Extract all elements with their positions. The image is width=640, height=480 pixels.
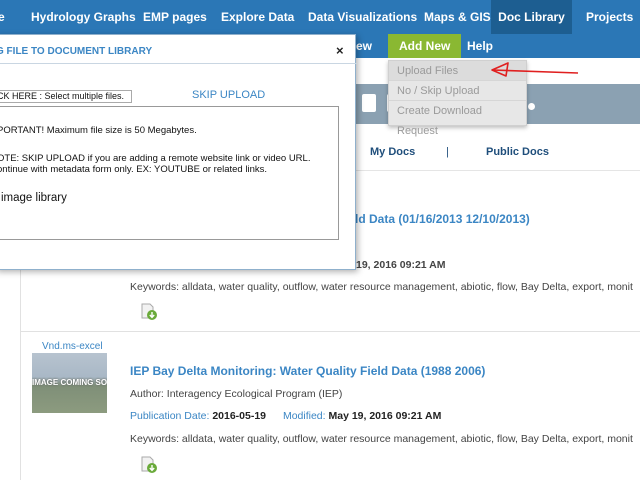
- publication-date: 2016-05-19: [212, 410, 267, 422]
- image-library-link[interactable]: image library: [1, 192, 67, 204]
- nav-item-home[interactable]: e: [0, 0, 5, 34]
- skip-upload-note: OTE: SKIP UPLOAD if you are adding a rem…: [0, 153, 311, 164]
- add-new-button[interactable]: Add New: [388, 34, 462, 58]
- help-link[interactable]: Help: [467, 34, 493, 58]
- doc-title[interactable]: ld Data (01/16/2013 12/10/2013): [355, 212, 530, 226]
- download-icon[interactable]: [140, 303, 158, 321]
- doc-author: Author: Interagency Ecological Program (…: [130, 388, 343, 400]
- nav-item-maps-gis[interactable]: Maps & GIS: [424, 0, 491, 34]
- radio-button[interactable]: [528, 103, 535, 110]
- thumbnail-text: IMAGE COMING SOON: [32, 378, 107, 387]
- modal-title: G FILE TO DOCUMENT LIBRARY: [0, 46, 153, 57]
- close-icon[interactable]: ×: [336, 43, 344, 58]
- max-size-note: PORTANT! Maximum file size is 50 Megabyt…: [0, 125, 197, 136]
- doc-keywords: Keywords: alldata, water quality, outflo…: [130, 281, 633, 293]
- tab-public-docs[interactable]: Public Docs: [486, 146, 549, 158]
- nav-item-hydrology-graphs[interactable]: Hydrology Graphs: [31, 0, 136, 34]
- nav-item-data-visualizations[interactable]: Data Visualizations: [308, 0, 417, 34]
- nav-item-explore-data[interactable]: Explore Data: [221, 0, 294, 34]
- publication-date-label: Publication Date:: [130, 410, 210, 422]
- search-control[interactable]: [362, 94, 376, 112]
- top-nav: e Hydrology Graphs EMP pages Explore Dat…: [0, 0, 640, 34]
- nav-item-projects[interactable]: Projects: [586, 0, 633, 34]
- metadata-note: ontinue with metadata form only. EX: YOU…: [0, 164, 267, 175]
- file-type-label: Vnd.ms-excel: [42, 341, 103, 352]
- doc-keywords: Keywords: alldata, water quality, outflo…: [130, 433, 633, 445]
- file-select-input[interactable]: CK HERE : Select multiple files.: [0, 90, 132, 103]
- tab-separator: |: [446, 146, 449, 158]
- nav-item-emp-pages[interactable]: EMP pages: [143, 0, 207, 34]
- red-arrow-annotation: [491, 62, 579, 77]
- sub-nav-item-view[interactable]: ew: [356, 34, 372, 58]
- modified-date: May 19, 2016 09:21 AM: [328, 410, 442, 422]
- doc-thumbnail[interactable]: IMAGE COMING SOON: [32, 353, 107, 413]
- nav-item-doc-library[interactable]: Doc Library: [491, 0, 572, 34]
- divider: [0, 63, 357, 64]
- doc-dates: Publication Date: 2016-05-19 Modified: M…: [130, 410, 441, 422]
- download-icon[interactable]: [140, 456, 158, 474]
- skip-upload-link[interactable]: SKIP UPLOAD: [192, 89, 265, 101]
- divider: [20, 331, 640, 332]
- menu-item-create-download-request[interactable]: Create Download Request: [389, 101, 526, 137]
- doc-modified-date: 19, 2016 09:21 AM: [356, 259, 446, 271]
- doc-title[interactable]: IEP Bay Delta Monitoring: Water Quality …: [130, 364, 485, 378]
- menu-item-skip-upload[interactable]: No / Skip Upload: [389, 81, 526, 101]
- tab-my-docs[interactable]: My Docs: [370, 146, 415, 158]
- upload-modal: G FILE TO DOCUMENT LIBRARY × CK HERE : S…: [0, 34, 357, 270]
- upload-drop-area[interactable]: PORTANT! Maximum file size is 50 Megabyt…: [0, 106, 339, 240]
- modified-label: Modified:: [282, 410, 326, 422]
